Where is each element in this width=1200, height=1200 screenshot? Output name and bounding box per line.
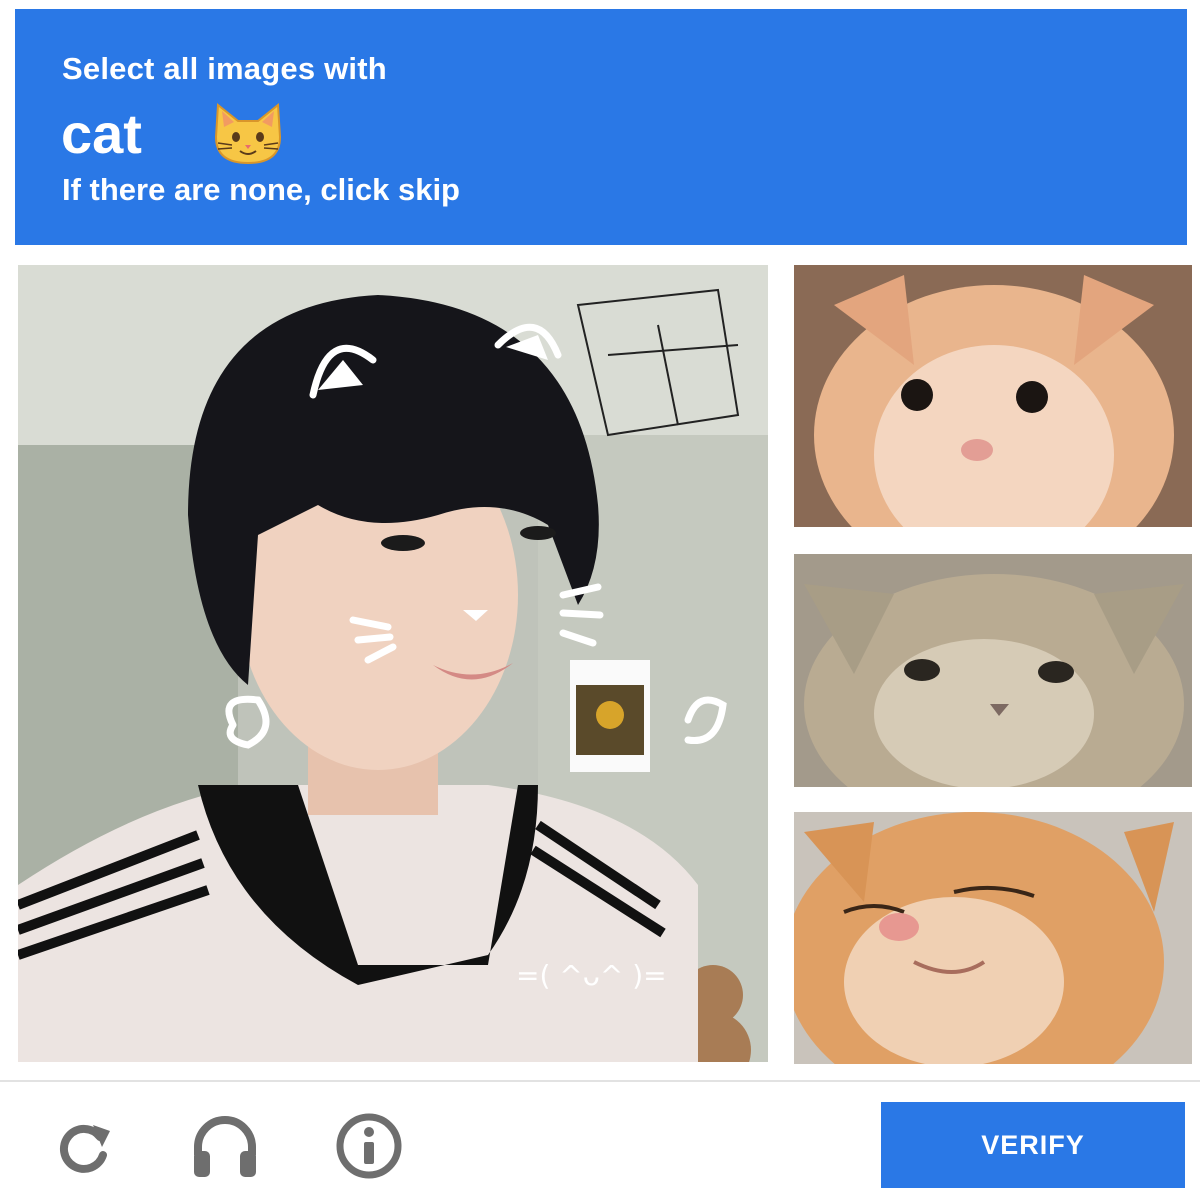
kitten-photo xyxy=(794,554,1192,787)
image-tile-kitten-gray[interactable] xyxy=(794,554,1192,787)
info-icon[interactable] xyxy=(334,1111,404,1181)
cat-face-emoji-icon xyxy=(214,103,282,165)
target-word: cat xyxy=(61,102,142,165)
image-tile-selfie[interactable]: =( ^ᴗ^ )= xyxy=(18,265,768,1062)
verify-button[interactable]: VERIFY xyxy=(881,1102,1185,1188)
kitten-photo xyxy=(794,265,1192,527)
instruction-text: Select all images with xyxy=(62,51,387,86)
footer-divider xyxy=(0,1080,1200,1082)
selfie-photo: =( ^ᴗ^ )= xyxy=(18,265,768,1062)
image-tile-kitten-squint[interactable] xyxy=(794,812,1192,1064)
skip-hint-text: If there are none, click skip xyxy=(62,172,460,207)
kitten-photo xyxy=(794,812,1192,1064)
svg-text:=( ^ᴗ^ )=: =( ^ᴗ^ )= xyxy=(516,959,667,992)
headphones-icon[interactable] xyxy=(190,1111,260,1181)
challenge-header: Select all images with cat If there are … xyxy=(15,9,1187,245)
image-tile-kitten-orange[interactable] xyxy=(794,265,1192,527)
reload-icon[interactable] xyxy=(48,1111,118,1181)
